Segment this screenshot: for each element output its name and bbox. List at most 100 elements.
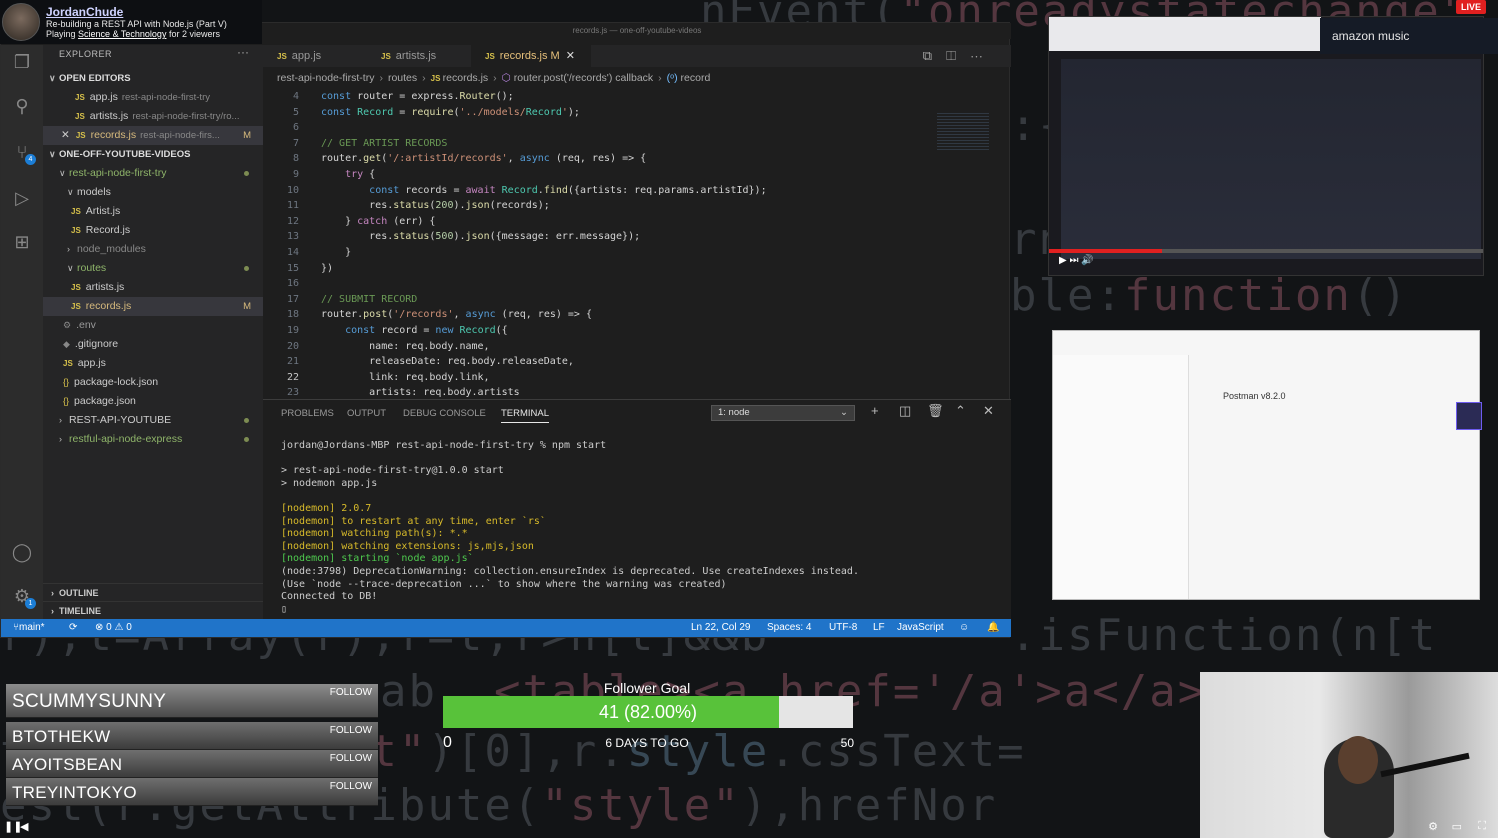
code-line[interactable]: 11 res.status(200).json(records); — [263, 198, 963, 214]
code-line[interactable]: 17 // SUBMIT RECORD — [263, 292, 963, 308]
timeline-section[interactable]: › TIMELINE — [43, 601, 263, 619]
file-item-active[interactable]: JS records.js M — [43, 297, 263, 316]
code-line[interactable]: 7 // GET ARTIST RECORDS — [263, 136, 963, 152]
cursor-position[interactable]: Ln 22, Col 29 — [691, 619, 751, 637]
postman-preview[interactable]: Postman v8.2.0 — [1052, 330, 1480, 600]
open-editors-header[interactable]: ∨ OPEN EDITORS — [43, 69, 263, 88]
file-item[interactable]: JS app.js — [43, 354, 263, 373]
fullscreen-icon[interactable]: ⛶ — [1478, 820, 1486, 833]
breadcrumb-folder[interactable]: routes — [388, 72, 417, 84]
folder-item[interactable]: ∨ routes — [43, 259, 263, 278]
encoding[interactable]: UTF-8 — [829, 619, 857, 637]
settings-gear-icon[interactable]: ⚙ 1 — [10, 585, 36, 609]
file-item[interactable]: JS Artist.js — [43, 202, 263, 221]
youtube-preview[interactable]: ▶ ⏭ 🔊 — [1048, 16, 1484, 276]
code-line[interactable]: 18 router.post('/records', async (req, re… — [263, 307, 963, 323]
account-icon[interactable]: ◯ — [10, 541, 34, 563]
code-line[interactable]: 6 — [263, 120, 963, 136]
trash-icon[interactable]: 🗑 — [927, 403, 944, 419]
tab-artists-js[interactable]: JS artists.js — [367, 45, 471, 67]
video-controls[interactable]: ▶ ⏭ 🔊 — [1059, 255, 1094, 266]
open-editor-item[interactable]: JS app.js rest-api-node-first-try — [43, 88, 263, 107]
problems-indicator[interactable]: ⊗ 0 ⚠ 0 — [95, 619, 132, 637]
code-line[interactable]: 10 const records = await Record.find({ar… — [263, 183, 963, 199]
branch-indicator[interactable]: ⑂ main* — [13, 619, 45, 637]
streamer-name[interactable]: JordanChude — [46, 5, 227, 19]
player-controls[interactable]: ❚❚ ◀ ⚙ ▭ ⛶ — [0, 818, 1498, 838]
file-item[interactable]: {} package.json — [43, 392, 263, 411]
split-terminal-icon[interactable]: ◫ — [899, 403, 911, 419]
follow-button[interactable]: FOLLOW — [330, 781, 372, 792]
code-line[interactable]: 20 name: req.body.name, — [263, 339, 963, 355]
stream-category[interactable]: Science & Technology — [78, 29, 166, 39]
tab-records-js[interactable]: JS records.js M ✕ — [471, 45, 591, 67]
code-line[interactable]: 9 try { — [263, 167, 963, 183]
explorer-more-button[interactable]: ··· — [237, 45, 249, 59]
close-icon[interactable]: ✕ — [61, 129, 70, 141]
notifications-icon[interactable]: 🔔 — [987, 619, 999, 637]
breadcrumb-folder[interactable]: rest-api-node-first-try — [277, 72, 374, 84]
sync-icon[interactable]: ⟳ — [69, 619, 77, 637]
explorer-icon[interactable]: ❐ — [10, 51, 34, 73]
code-line[interactable]: 8 router.get('/:artistId/records', async … — [263, 151, 963, 167]
code-line[interactable]: 19 const record = new Record({ — [263, 323, 963, 339]
folder-item[interactable]: › node_modules — [43, 240, 263, 259]
run-debug-icon[interactable]: ▷ — [10, 187, 34, 209]
search-icon[interactable]: ⚲ — [10, 95, 34, 117]
side-widget[interactable] — [1456, 402, 1482, 430]
code-line[interactable]: 16 — [263, 276, 963, 292]
code-line[interactable]: 22 link: req.body.link, — [263, 370, 963, 386]
terminal-output[interactable]: jordan@Jordans-MBP rest-api-node-first-t… — [281, 440, 859, 616]
video-progress-bar[interactable] — [1049, 249, 1483, 253]
language-mode[interactable]: JavaScript — [897, 619, 944, 637]
follow-button[interactable]: FOLLOW — [330, 687, 372, 698]
code-line[interactable]: 5 const Record = require('../models/Recor… — [263, 105, 963, 121]
file-item[interactable]: ⚙ .env — [43, 316, 263, 335]
file-item[interactable]: {} package-lock.json — [43, 373, 263, 392]
file-item[interactable]: ◆ .gitignore — [43, 335, 263, 354]
folder-item[interactable]: › REST-API-YOUTUBE — [43, 411, 263, 430]
streamer-avatar[interactable] — [2, 3, 40, 41]
volume-icon[interactable]: ◀ — [20, 820, 28, 833]
tab-app-js[interactable]: JS app.js — [263, 45, 363, 67]
outline-section[interactable]: › OUTLINE — [43, 583, 263, 601]
code-line[interactable]: 12 } catch (err) { — [263, 214, 963, 230]
file-item[interactable]: JS Record.js — [43, 221, 263, 240]
youtube-video[interactable] — [1061, 59, 1481, 259]
open-editor-item[interactable]: JS artists.js rest-api-node-first-try/ro..… — [43, 107, 263, 126]
minimap[interactable] — [937, 111, 989, 151]
settings-icon[interactable]: ⚙ — [1428, 820, 1438, 833]
indentation[interactable]: Spaces: 4 — [767, 619, 811, 637]
new-terminal-icon[interactable]: + — [871, 403, 879, 418]
editor-actions[interactable]: ⧉◫⋯ — [923, 48, 997, 64]
tab-problems[interactable]: PROBLEMS — [281, 408, 334, 419]
follow-button[interactable]: FOLLOW — [330, 725, 372, 736]
close-panel-icon[interactable]: ✕ — [983, 403, 994, 419]
code-line[interactable]: 4 const router = express.Router(); — [263, 89, 963, 105]
tab-terminal[interactable]: TERMINAL — [501, 408, 550, 423]
code-line[interactable]: 14 } — [263, 245, 963, 261]
file-item[interactable]: JS artists.js — [43, 278, 263, 297]
breadcrumb-file[interactable]: records.js — [443, 72, 489, 84]
code-editor[interactable]: 4 const router = express.Router(); 5 const … — [263, 89, 1011, 399]
breadcrumb-symbol[interactable]: router.post('/records') callback — [514, 72, 653, 84]
source-control-icon[interactable]: ⑂ 4 — [10, 141, 36, 165]
code-line[interactable]: 15}) — [263, 261, 963, 277]
tab-debug-console[interactable]: DEBUG CONSOLE — [403, 408, 486, 419]
extensions-icon[interactable]: ⊞ — [10, 231, 34, 253]
theatre-mode-icon[interactable]: ▭ — [1452, 820, 1462, 833]
folder-item[interactable]: ∨ models — [43, 183, 263, 202]
feedback-icon[interactable]: ☺ — [959, 619, 969, 637]
code-line[interactable]: 13 res.status(500).json({message: err.me… — [263, 229, 963, 245]
tab-close-icon[interactable]: ✕ — [566, 50, 575, 62]
open-editor-item-active[interactable]: ✕ JS records.js rest-api-node-firs... M — [43, 126, 263, 145]
terminal-select[interactable]: 1: node ⌄ — [711, 405, 855, 421]
maximize-panel-icon[interactable]: ⌃ — [955, 403, 966, 419]
follow-button[interactable]: FOLLOW — [330, 753, 372, 764]
breadcrumb-symbol[interactable]: record — [681, 72, 711, 84]
folder-item[interactable]: ∨ rest-api-node-first-try — [43, 164, 263, 183]
line-ending[interactable]: LF — [873, 619, 885, 637]
code-line[interactable]: 23 artists: req.body.artists — [263, 385, 963, 399]
workspace-header[interactable]: ∨ ONE-OFF-YOUTUBE-VIDEOS — [43, 145, 263, 164]
folder-item[interactable]: › restful-api-node-express — [43, 430, 263, 449]
